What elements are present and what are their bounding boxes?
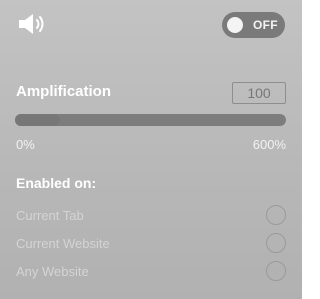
amplification-value-input[interactable] [232, 82, 286, 104]
option-label: Current Tab [16, 208, 84, 223]
radio-button[interactable] [266, 233, 286, 253]
amplification-label: Amplification [16, 83, 112, 100]
option-current-tab[interactable]: Current Tab [16, 205, 286, 227]
amplification-slider[interactable] [15, 114, 286, 126]
power-toggle[interactable]: OFF [222, 12, 285, 38]
option-any-website[interactable]: Any Website [16, 261, 286, 283]
toggle-knob [227, 17, 243, 33]
slider-fill [15, 114, 61, 126]
speaker-volume-icon [19, 14, 44, 34]
toggle-state-label: OFF [253, 18, 278, 32]
radio-button[interactable] [266, 205, 286, 225]
radio-button[interactable] [266, 261, 286, 281]
option-label: Any Website [16, 264, 89, 279]
volume-popup-panel: OFF Amplification 0% 600% Enabled on: Cu… [0, 0, 302, 299]
option-label: Current Website [16, 236, 110, 251]
option-current-website[interactable]: Current Website [16, 233, 286, 255]
slider-max-label: 600% [252, 137, 286, 152]
enabled-on-heading: Enabled on: [16, 175, 97, 191]
slider-min-label: 0% [16, 137, 35, 152]
